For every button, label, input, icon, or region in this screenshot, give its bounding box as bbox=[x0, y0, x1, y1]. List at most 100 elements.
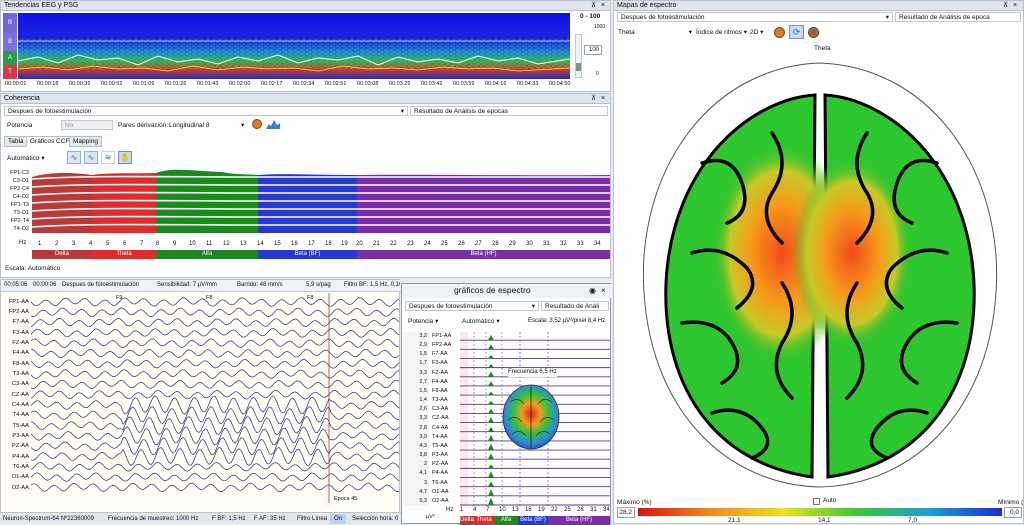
status-selection: Selección hora: 0 bbox=[352, 516, 399, 522]
status-faf: F AF: 35 Hz bbox=[254, 516, 286, 522]
head-map-icon[interactable] bbox=[808, 27, 819, 38]
derivation-value[interactable]: Longitudinal 8 bbox=[169, 121, 209, 130]
trends-scale-slider[interactable] bbox=[575, 34, 582, 78]
pin-icon[interactable]: ⊼ bbox=[591, 1, 596, 11]
time-tick: 00:00:18 bbox=[37, 81, 59, 87]
trends-titlebar: Tendencias EEG y PSG ⊼ × bbox=[1, 1, 610, 11]
spectrum-channel-label: F8-AA bbox=[432, 387, 448, 394]
ccf-chart[interactable] bbox=[32, 169, 610, 235]
ccf-channel-label: FP1-C3 bbox=[10, 170, 29, 176]
spectrum-peak bbox=[488, 408, 494, 414]
frequency-label: Frecuencia 6,5 Hz bbox=[508, 368, 557, 377]
spectrum-chart-icon[interactable] bbox=[266, 119, 280, 129]
hz-tick: 17 bbox=[308, 241, 315, 247]
max-value-input[interactable]: 28,2 bbox=[617, 507, 635, 518]
time-tick: 00:03:25 bbox=[389, 81, 411, 87]
pin-icon[interactable]: ⊼ bbox=[591, 94, 596, 104]
spectrum-hz-tick: 10 bbox=[499, 507, 506, 513]
min-value-input[interactable]: 0,0 bbox=[1004, 507, 1022, 518]
hz-tick: 15 bbox=[274, 241, 281, 247]
spectrum-value: 3 bbox=[423, 479, 427, 486]
wave-icon-1[interactable]: ∿ bbox=[67, 151, 81, 164]
eeg-filter[interactable]: Filtro BF: 1,5 Hz, 0,106 bbox=[344, 280, 400, 290]
eeg-trace bbox=[31, 462, 400, 472]
trends-spectrogram[interactable] bbox=[18, 13, 570, 79]
coherence-result-select[interactable]: Resultado de Análisis de epocas bbox=[410, 106, 608, 116]
time-tick: 00:01:26 bbox=[165, 81, 187, 87]
tab-tabla[interactable]: Tabla bbox=[4, 136, 28, 147]
eye-icon[interactable]: ◉ bbox=[589, 286, 596, 295]
spectrum-peak bbox=[488, 471, 494, 478]
eeg-condition[interactable]: Despues de fotoestimulación bbox=[62, 280, 139, 290]
eeg-traces[interactable] bbox=[31, 293, 400, 503]
close-icon[interactable]: × bbox=[601, 1, 605, 11]
map-condition-select[interactable]: Despues de fotoestimulación ▾ bbox=[617, 12, 893, 22]
spectrum-peak bbox=[488, 481, 494, 487]
map-result-select[interactable]: Resultado de Análisis de epoca bbox=[895, 12, 1021, 22]
pin-icon[interactable]: ⊼ bbox=[1003, 1, 1008, 11]
max-label: Máximo (%) bbox=[617, 499, 652, 506]
wave-icon-2[interactable]: ∿ bbox=[84, 151, 98, 164]
spectrum-peak bbox=[488, 434, 494, 441]
band-delta: Delta bbox=[32, 250, 92, 259]
spectrum-hz-axis: 1 4 7 10 13 16 19 22 25 28 31 34 bbox=[460, 506, 610, 515]
hz-tick: 3 bbox=[72, 241, 76, 247]
trends-scale-input[interactable]: 100 bbox=[584, 45, 602, 55]
close-icon[interactable]: × bbox=[1013, 1, 1017, 11]
tab-graficos-ccf[interactable]: Gráficos CCF bbox=[26, 136, 74, 147]
eeg-time-cursor[interactable]: 00:00:06 bbox=[33, 280, 56, 290]
eeg-trace bbox=[31, 389, 400, 400]
hz-tick: 22 bbox=[390, 241, 397, 247]
eeg-trace bbox=[31, 416, 400, 436]
close-icon[interactable]: × bbox=[601, 286, 606, 295]
hand-wave-icon[interactable]: ✋ bbox=[118, 151, 132, 164]
index-select[interactable]: Índice de ritmos ▾ bbox=[696, 28, 747, 37]
spectrum-condition-select[interactable]: Despues de fotoestimulación ▾ bbox=[405, 301, 539, 311]
spectrum-mode-select[interactable]: Potencia ▾ bbox=[408, 317, 438, 326]
eeg-trace bbox=[31, 318, 400, 328]
spectrum-channel-label: P4-AA bbox=[432, 470, 448, 477]
spectrum-auto-select[interactable]: Automático ▾ bbox=[462, 317, 500, 326]
time-tick: 00:02:00 bbox=[229, 81, 251, 87]
eeg-sweep-page[interactable]: 5,9 s/pag bbox=[306, 280, 331, 290]
spectrum-unit: µV² bbox=[426, 514, 435, 520]
ccf-channel-label: FP2-C4 bbox=[10, 186, 29, 192]
hz-tick: 2 bbox=[55, 241, 59, 247]
brain-spectrum-map[interactable] bbox=[632, 53, 1008, 491]
chevron-down-icon[interactable]: ▾ bbox=[241, 121, 244, 130]
spectrum-result-select[interactable]: Resultado de Análi bbox=[541, 301, 609, 311]
wave-icon-3[interactable]: ≋ bbox=[101, 151, 115, 164]
status-on-toggle[interactable]: On bbox=[330, 514, 347, 524]
brain-icon[interactable] bbox=[252, 119, 262, 129]
mini-head-map bbox=[502, 384, 560, 450]
view-select[interactable]: 2D ▾ bbox=[750, 28, 763, 37]
eeg-sensitivity[interactable]: Sensibilidad: 7 µV/mm bbox=[157, 280, 217, 290]
hz-tick: 31 bbox=[543, 241, 550, 247]
refresh-icon[interactable]: ⟳ bbox=[789, 25, 804, 39]
time-tick: 00:03:08 bbox=[357, 81, 379, 87]
row-label-a: A bbox=[3, 51, 17, 65]
spectrum-peak bbox=[488, 334, 494, 341]
spectrum-channel-label: C3-AA bbox=[432, 406, 449, 413]
tab-mapping[interactable]: Mapping bbox=[69, 136, 102, 147]
spectrum-peak bbox=[488, 443, 494, 451]
time-tick: 00:03:59 bbox=[453, 81, 475, 87]
time-tick: 00:00:52 bbox=[101, 81, 123, 87]
eeg-sweep[interactable]: Barrido: 48 mm/s bbox=[237, 280, 283, 290]
coherence-condition-select[interactable]: Despues de fotoestimulación ▾ bbox=[4, 106, 408, 116]
brain-icon[interactable] bbox=[774, 27, 785, 38]
band-alfa: Alfa bbox=[156, 250, 258, 259]
spectrum-channel-label: CZ-AA bbox=[432, 415, 449, 422]
coherence-mode-select[interactable]: No bbox=[61, 120, 113, 130]
spectrum-channel-label: F3-AA bbox=[432, 360, 448, 367]
hz-tick: 32 bbox=[560, 241, 567, 247]
hz-tick: 34 bbox=[594, 241, 601, 247]
rhythm-select[interactable]: Theta ▾ bbox=[618, 28, 692, 37]
coherence-auto-select[interactable]: Automático ▾ bbox=[7, 154, 45, 163]
eeg-trace bbox=[31, 307, 400, 318]
hz-tick: 29 bbox=[509, 241, 516, 247]
eeg-trace bbox=[31, 338, 400, 348]
eeg-mark: F8 bbox=[307, 295, 314, 301]
auto-checkbox[interactable] bbox=[813, 498, 820, 505]
close-icon[interactable]: × bbox=[601, 94, 605, 104]
